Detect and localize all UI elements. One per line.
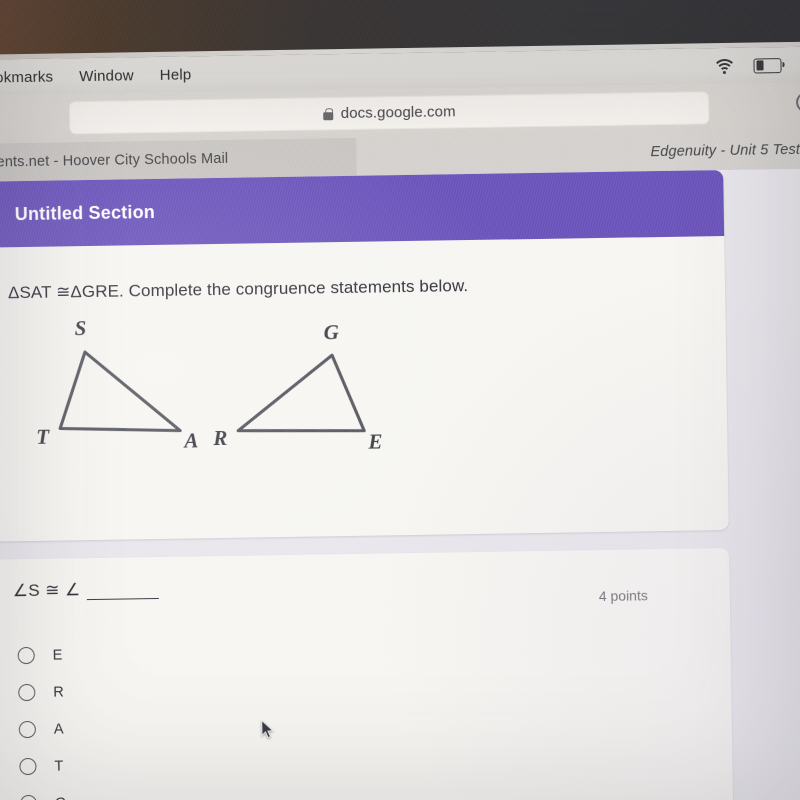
option-e[interactable]: E [17,636,64,674]
triangle-rge [236,353,366,433]
option-t[interactable]: T [19,747,66,785]
triangles-figure: S T A G R E [0,315,422,482]
menu-item-help[interactable]: Help [160,66,192,83]
battery-icon[interactable] [753,57,785,74]
answer-blank [86,583,159,601]
tab-label: tudents.net - Hoover City Schools Mail [0,150,229,171]
vertex-label-a: A [184,428,199,453]
wifi-icon[interactable] [712,58,737,84]
radio-icon[interactable] [18,683,36,702]
question-prompt: ΔSAT ≅ΔGRE. Complete the congruence stat… [7,276,469,303]
address-bar[interactable]: docs.google.com [68,91,710,135]
triangle-sta [58,350,182,433]
laptop-screen: ookmarks Window Help Fri 3 [0,0,800,800]
vertex-label-r: R [213,425,228,451]
menu-item-bookmarks[interactable]: ookmarks [0,68,53,86]
form-question-card: ∠S ≅ ∠ 4 points E R A T [0,548,735,800]
tab-label: Edgenuity - Unit 5 Test Ross [650,141,800,161]
congruence-statement: ∠S ≅ ∠ [13,579,159,601]
vertex-label-t: T [36,424,50,449]
points-label: 4 points [598,587,648,605]
radio-icon[interactable] [19,794,38,800]
reload-icon[interactable] [792,87,800,117]
address-bar-url: docs.google.com [340,103,456,123]
mouse-pointer-icon [261,719,274,739]
tab-hoover-city-schools-mail[interactable]: tudents.net - Hoover City Schools Mail [0,137,357,182]
option-r[interactable]: R [18,673,65,711]
section-title: Untitled Section [14,201,156,224]
lock-icon [322,107,333,120]
form-section-header: Untitled Section [0,170,725,249]
option-label: E [52,646,63,664]
vertex-label-e: E [368,429,383,454]
congruence-statement-text: ∠S ≅ ∠ [12,580,81,601]
os-menu-items: ookmarks Window Help [0,66,192,87]
radio-icon[interactable] [17,646,35,665]
option-g[interactable]: G [19,784,67,800]
triangles-svg [58,350,366,433]
google-forms-page: Untitled Section ΔSAT ≅ΔGRE. Complete th… [0,168,800,800]
option-label: A [53,720,64,738]
menu-item-window[interactable]: Window [79,67,134,85]
radio-icon[interactable] [19,757,37,776]
answer-options-list: E R A T G [17,636,67,800]
radio-icon[interactable] [18,720,36,739]
option-label: T [54,757,64,775]
form-section-card: Untitled Section ΔSAT ≅ΔGRE. Complete th… [0,170,729,543]
vertex-label-s: S [74,316,87,341]
os-status-items: Fri 3 [712,56,800,84]
photo-of-screen: ookmarks Window Help Fri 3 [0,0,800,800]
option-label: R [53,683,65,701]
vertex-label-g: G [323,320,340,345]
option-a[interactable]: A [18,710,66,748]
option-label: G [55,795,67,800]
